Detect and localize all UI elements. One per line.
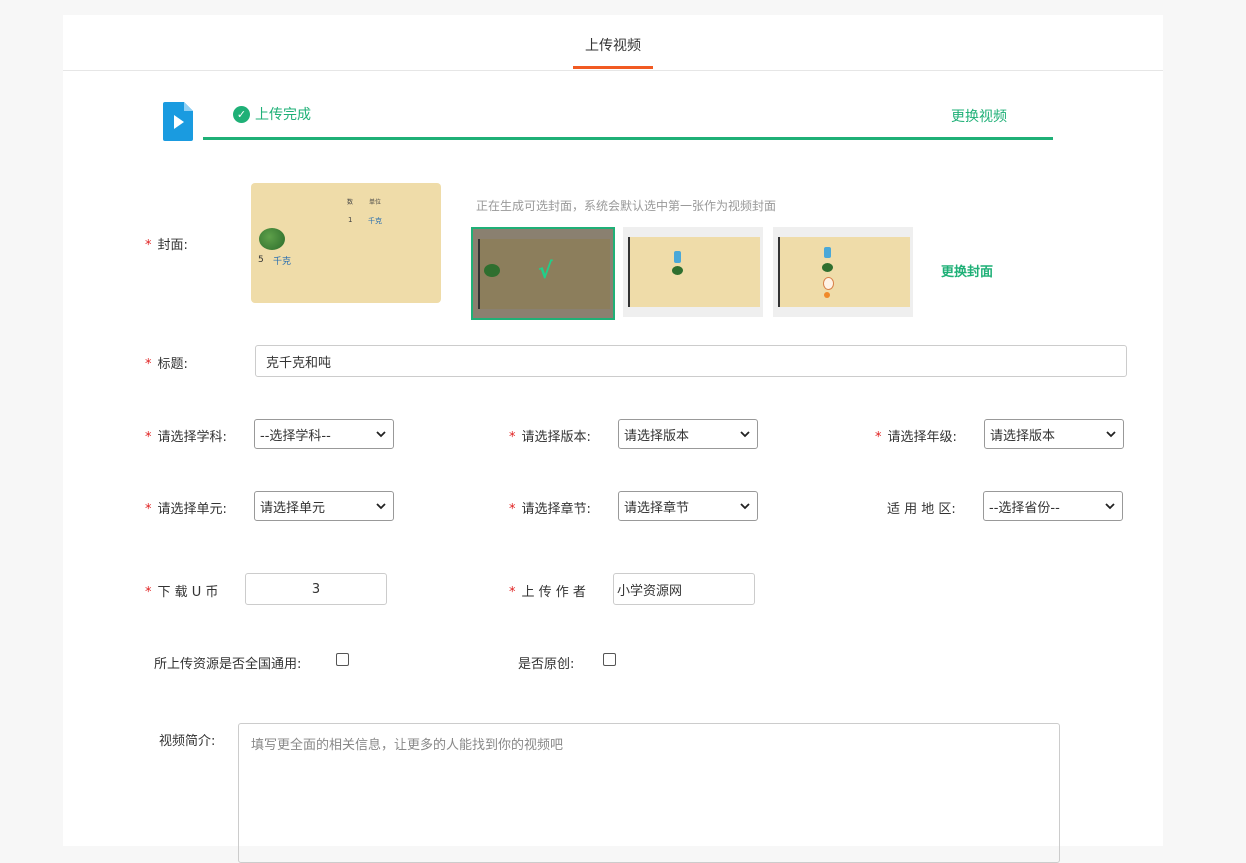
chevron-down-icon [1106,431,1116,438]
chevron-down-icon [376,431,386,438]
subject-select[interactable]: --选择学科-- [254,419,394,449]
upload-status: ✓ 上传完成 [233,105,311,123]
cover-option-1-image: √ [478,239,610,309]
replace-cover-link[interactable]: 更换封面 [941,261,993,280]
description-label: 视频简介: [159,734,216,749]
download-coin-label: * 下 载 U 币 [145,585,219,600]
subject-label: * 请选择学科: [145,430,227,445]
watermelon-icon [672,266,683,275]
original-checkbox[interactable] [603,653,616,666]
watermelon-icon [822,263,833,272]
subject-select-value: --选择学科-- [260,428,331,444]
edition-select[interactable]: 请选择版本 [618,419,758,449]
cover-preview-col2: 单位 [369,199,382,206]
cover-option-3-image [778,237,910,307]
cover-hint: 正在生成可选封面，系统会默认选中第一张作为视频封面 [476,199,777,213]
egg-icon [823,277,834,290]
grade-select[interactable]: 请选择版本 [984,419,1124,449]
cover-preview-col1: 数 [347,199,354,206]
upload-panel: 上传视频 ✓ 上传完成 更换视频 * 封面: 数 单位 1 千克 5 千克 正在生… [63,15,1163,863]
replace-video-link[interactable]: 更换视频 [951,106,1007,126]
chevron-down-icon [376,503,386,510]
cover-preview-row2-unit: 千克 [273,257,292,267]
flower-icon [824,292,830,298]
tab-active-underline [573,66,653,69]
chapter-select[interactable]: 请选择章节 [618,491,758,521]
cover-preview-row1-num: 1 [348,216,353,224]
cover-option-3[interactable] [773,227,913,317]
cover-option-2[interactable] [623,227,763,317]
upload-progress-bar [203,137,1053,140]
chevron-down-icon [740,431,750,438]
unit-select-value: 请选择单元 [260,500,326,516]
selected-check-mark: √ [538,259,553,284]
check-icon: ✓ [233,105,250,123]
author-value: 小学资源网 [617,583,683,599]
cover-label: * 封面: [145,238,188,253]
upload-status-text: 上传完成 [255,107,311,123]
author-label: * 上 传 作 者 [509,585,586,600]
cover-preview-row2-num: 5 [258,255,264,265]
original-label: 是否原创: [518,657,575,672]
description-placeholder: 填写更全面的相关信息，让更多的人能找到你的视频吧 [251,738,564,753]
cover-preview-row1-unit: 千克 [368,217,382,225]
region-select[interactable]: --选择省份-- [983,491,1123,521]
unit-select[interactable]: 请选择单元 [254,491,394,521]
watermelon-icon [259,228,285,250]
download-coin-value: 3 [311,581,321,597]
tab-upload-video[interactable]: 上传视频 [573,15,653,70]
national-checkbox[interactable] [336,653,349,666]
author-input[interactable]: 小学资源网 [613,573,755,605]
region-select-value: --选择省份-- [989,500,1060,516]
cover-option-1[interactable]: √ [471,227,615,320]
tab-bar: 上传视频 [63,15,1163,71]
national-label: 所上传资源是否全国通用: [154,657,302,672]
unit-label: * 请选择单元: [145,502,227,517]
edition-label: * 请选择版本: [509,430,591,445]
title-label: * 标题: [145,357,188,372]
video-file-icon [163,102,193,141]
chevron-down-icon [1105,503,1115,510]
chapter-label: * 请选择章节: [509,502,591,517]
edition-select-value: 请选择版本 [624,428,690,444]
cover-preview: 数 单位 1 千克 5 千克 [251,183,441,303]
cover-option-2-image [628,237,760,307]
bottle-icon [824,247,831,258]
title-input[interactable]: 克千克和吨 [255,345,1127,377]
watermelon-icon [484,264,500,277]
region-label: 适 用 地 区: [887,502,956,517]
title-input-value: 克千克和吨 [266,355,332,371]
bottle-icon [674,251,681,263]
grade-label: * 请选择年级: [875,430,957,445]
grade-select-value: 请选择版本 [990,428,1056,444]
description-textarea[interactable]: 填写更全面的相关信息，让更多的人能找到你的视频吧 [238,723,1060,863]
download-coin-input[interactable]: 3 [245,573,387,605]
chapter-select-value: 请选择章节 [624,500,690,516]
chevron-down-icon [740,503,750,510]
